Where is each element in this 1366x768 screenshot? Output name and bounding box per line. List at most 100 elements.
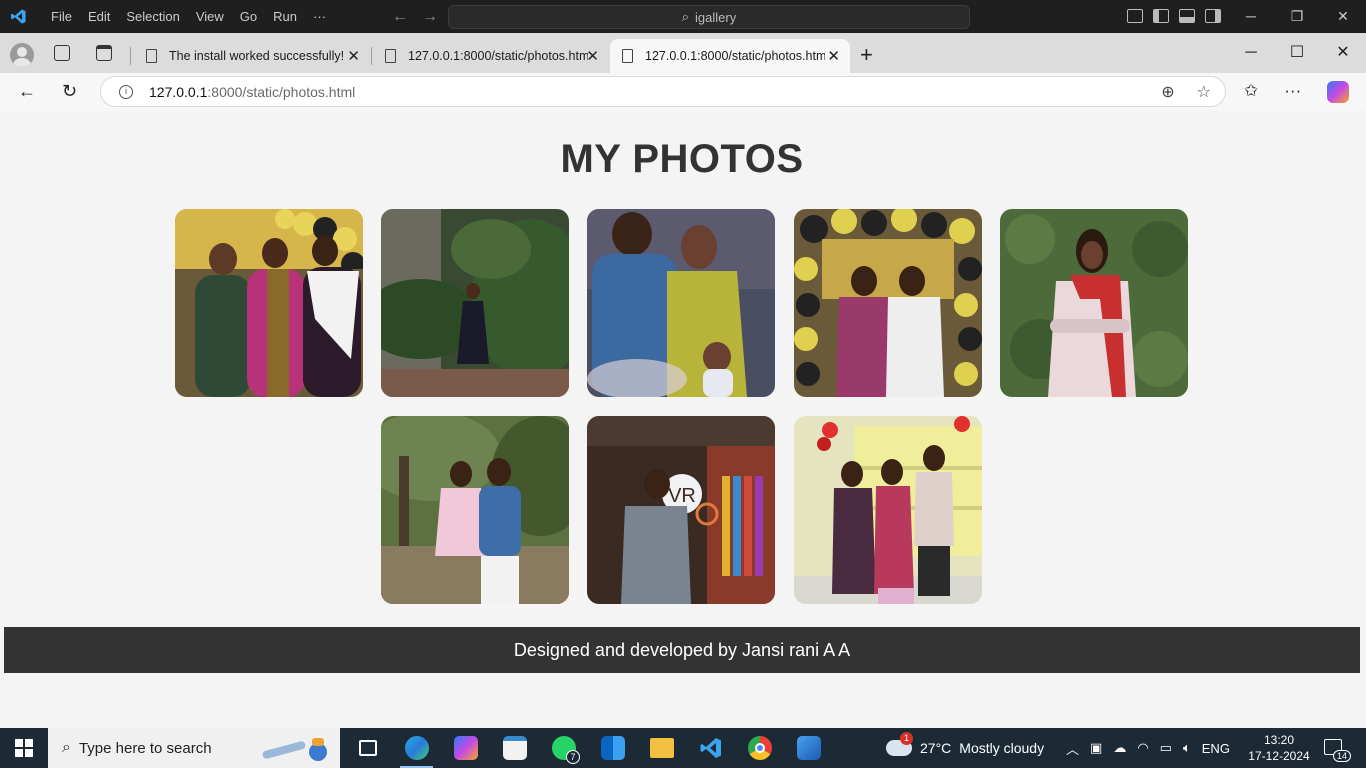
workspaces-icon[interactable] [54,45,70,61]
photo-man-holding-girl-image [381,416,569,604]
url-path: :8000/static/photos.html [207,83,356,100]
onedrive-cloud-icon[interactable]: ☁ [1113,740,1126,756]
menu-run[interactable]: Run [265,0,305,33]
task-view-icon [358,740,377,756]
menu-selection[interactable]: Selection [118,0,187,33]
photos-taskbar-button[interactable] [784,728,833,768]
toggle-secondary-sidebar-icon[interactable] [1205,9,1221,23]
photo-woman-ivy-wall-image [1000,209,1188,397]
vscode-taskbar-button[interactable] [686,728,735,768]
favorite-star-icon[interactable]: ☆ [1197,82,1211,102]
copilot-taskbar-button[interactable] [441,728,490,768]
photo-two-women-balloons[interactable] [794,209,982,397]
taskbar-search[interactable]: ⌕ Type here to search [48,728,340,768]
tab-photos-1[interactable]: 127.0.0.1:8000/static/photos.html ✕ [373,39,609,73]
notification-count: 14 [1332,750,1351,762]
whatsapp-taskbar-button[interactable]: 7 [539,728,588,768]
photo-woman-garden[interactable] [381,209,569,397]
tab-photos-active[interactable]: 127.0.0.1:8000/static/photos.html ✕ [610,39,850,73]
outlook-taskbar-button[interactable] [588,728,637,768]
menu-go[interactable]: Go [232,0,265,33]
temperature: 27°C [920,740,952,756]
volume-icon[interactable]: 🔈︎ [1183,740,1191,756]
zoom-icon[interactable]: ⊕ [1161,82,1174,102]
customize-layout-icon[interactable] [1127,9,1143,23]
tab-actions-icon[interactable] [96,45,112,61]
meet-now-icon[interactable]: ▣ [1090,740,1102,756]
language-indicator[interactable]: ENG [1202,741,1230,756]
url-host: 127.0.0.1 [149,83,208,100]
svg-text:VR: VR [668,485,696,507]
toggle-primary-sidebar-icon[interactable] [1153,9,1169,23]
edge-icon [404,736,429,760]
photo-three-friends-party-image [794,416,982,604]
task-view-button[interactable] [343,728,392,768]
search-icon: ⌕ [62,739,71,756]
vscode-nav: ← → [392,8,438,26]
site-info-icon[interactable]: i [119,84,133,99]
battery-icon[interactable]: ▭ [1160,740,1172,756]
tab-title: 127.0.0.1:8000/static/photos.html [408,49,588,63]
photo-couple-child[interactable] [587,209,775,397]
chrome-taskbar-button[interactable] [735,728,784,768]
restore-icon[interactable]: ❐ [1274,0,1320,33]
profile-avatar-icon[interactable] [10,43,34,67]
refresh-icon[interactable]: ↻ [62,81,77,102]
clock-time: 13:20 [1263,733,1295,747]
new-tab-plus-icon[interactable]: + [860,42,873,68]
close-tab-icon[interactable]: ✕ [347,47,360,65]
photo-three-friends-party[interactable] [794,416,982,604]
weather-widget[interactable]: 1 27°C Mostly cloudy [886,728,1044,768]
close-icon[interactable]: ✕ [1320,0,1366,33]
photo-two-women-balloons-image [794,209,982,397]
more-options-icon[interactable]: ··· [1284,81,1301,103]
windows-start-icon[interactable] [15,739,33,757]
taskbar-search-placeholder: Type here to search [78,739,212,757]
menu-edit[interactable]: Edit [80,0,118,33]
file-explorer-taskbar-button[interactable] [637,728,686,768]
edge-taskbar-button[interactable] [392,728,441,768]
notification-center-icon[interactable]: 14 [1324,739,1351,762]
minimize-icon[interactable]: ─ [1228,33,1274,73]
photo-man-holding-girl[interactable] [381,416,569,604]
copilot-icon[interactable] [1327,81,1350,103]
close-tab-icon[interactable]: ✕ [827,47,840,65]
photo-woman-garden-image [381,209,569,397]
search-icon: ⌕ [681,9,690,24]
taskbar-apps: 7 [343,728,833,768]
page-footer: Designed and developed by Jansi rani A A [4,627,1360,673]
address-bar[interactable]: i 127.0.0.1 :8000/static/photos.html ⊕ ☆ [100,76,1226,107]
vscode-command-center[interactable]: ⌕ igallery [448,5,970,29]
layout-controls [1127,9,1221,23]
menu-view[interactable]: View [188,0,232,33]
favorites-icon[interactable]: ✩ [1244,81,1258,103]
toggle-panel-icon[interactable] [1179,9,1195,23]
show-hidden-icons-chevron-icon[interactable]: ︿ [1066,739,1079,758]
maximize-icon[interactable]: ☐ [1274,33,1320,73]
tab-separator [130,47,131,65]
photo-man-cinema-image: VR [587,416,775,604]
vscode-logo-icon[interactable] [10,8,27,25]
minimize-icon[interactable]: ─ [1228,0,1274,33]
wifi-icon[interactable]: ◠ [1137,740,1148,756]
page-icon [385,49,396,63]
back-arrow-icon[interactable]: ← [18,81,36,102]
back-arrow-icon[interactable]: ← [392,8,408,26]
clock-date: 17-12-2024 [1248,749,1310,763]
page-icon [146,49,157,63]
tab-django-install[interactable]: The install worked successfully! Co ✕ [134,39,370,73]
photo-family-saree-balloons[interactable] [175,209,363,397]
toolbar-right: ✩ ··· [1244,81,1350,103]
tab-title: 127.0.0.1:8000/static/photos.html [645,49,825,63]
address-actions: ⊕ ☆ [1161,82,1211,102]
clock[interactable]: 13:20 17-12-2024 [1248,732,1310,764]
whatsapp-badge: 7 [566,750,580,764]
store-taskbar-button[interactable] [490,728,539,768]
close-icon[interactable]: ✕ [1320,33,1366,73]
menu-file[interactable]: File [43,0,80,33]
photo-woman-ivy-wall[interactable] [1000,209,1188,397]
close-tab-icon[interactable]: ✕ [586,47,599,65]
forward-arrow-icon[interactable]: → [422,8,438,26]
photo-man-cinema[interactable]: VR [587,416,775,604]
menu-more[interactable]: ··· [305,0,334,33]
